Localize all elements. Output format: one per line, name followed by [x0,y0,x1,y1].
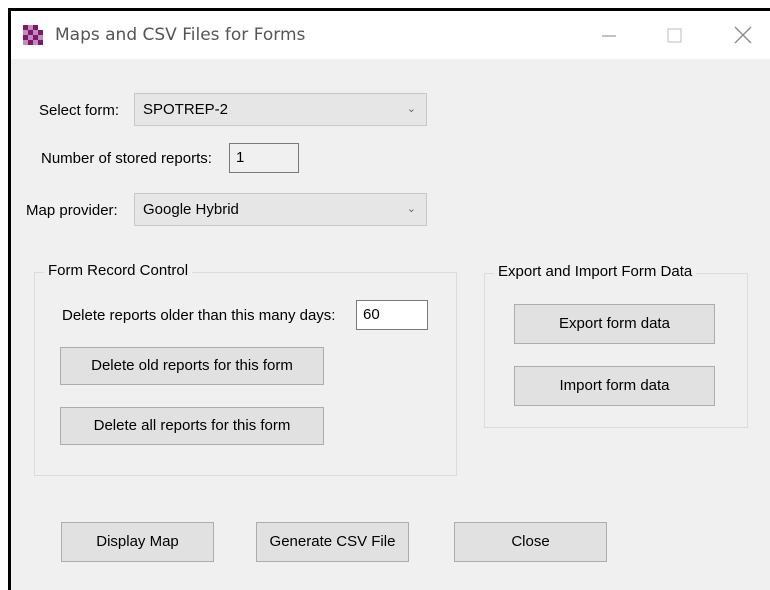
title-bar: Maps and CSV Files for Forms [11,11,770,59]
map-provider-label: Map provider: [26,202,118,219]
minimize-icon [602,35,616,37]
delete-old-reports-button[interactable]: Delete old reports for this form [60,347,324,385]
stored-reports-field: 1 [229,143,299,173]
export-form-data-button[interactable]: Export form data [514,304,715,344]
delete-all-reports-button[interactable]: Delete all reports for this form [60,407,324,445]
delete-days-input[interactable]: 60 [356,300,428,330]
close-window-button[interactable] [729,21,757,49]
minimize-button[interactable] [596,21,624,49]
close-button[interactable]: Close [454,522,607,562]
map-provider-dropdown[interactable]: Google Hybrid ⌄ [134,193,427,226]
select-form-label: Select form: [39,102,120,119]
select-form-value: SPOTREP-2 [143,101,229,118]
dialog-window: Maps and CSV Files for Forms Select form… [8,8,770,590]
chevron-down-icon: ⌄ [406,203,416,215]
maximize-button[interactable] [661,21,689,49]
chevron-down-icon: ⌄ [406,103,416,115]
import-form-data-button[interactable]: Import form data [514,366,715,406]
generate-csv-button[interactable]: Generate CSV File [256,522,409,562]
window-title: Maps and CSV Files for Forms [55,25,306,45]
export-import-title: Export and Import Form Data [494,263,697,280]
close-icon [734,26,752,44]
stored-reports-label: Number of stored reports: [41,150,212,167]
form-record-control-title: Form Record Control [44,262,193,279]
display-map-button[interactable]: Display Map [61,522,214,562]
app-checkered-icon [23,25,43,45]
select-form-dropdown[interactable]: SPOTREP-2 ⌄ [134,93,427,126]
delete-days-label: Delete reports older than this many days… [62,307,336,324]
map-provider-value: Google Hybrid [143,201,239,218]
maximize-icon [667,28,682,43]
